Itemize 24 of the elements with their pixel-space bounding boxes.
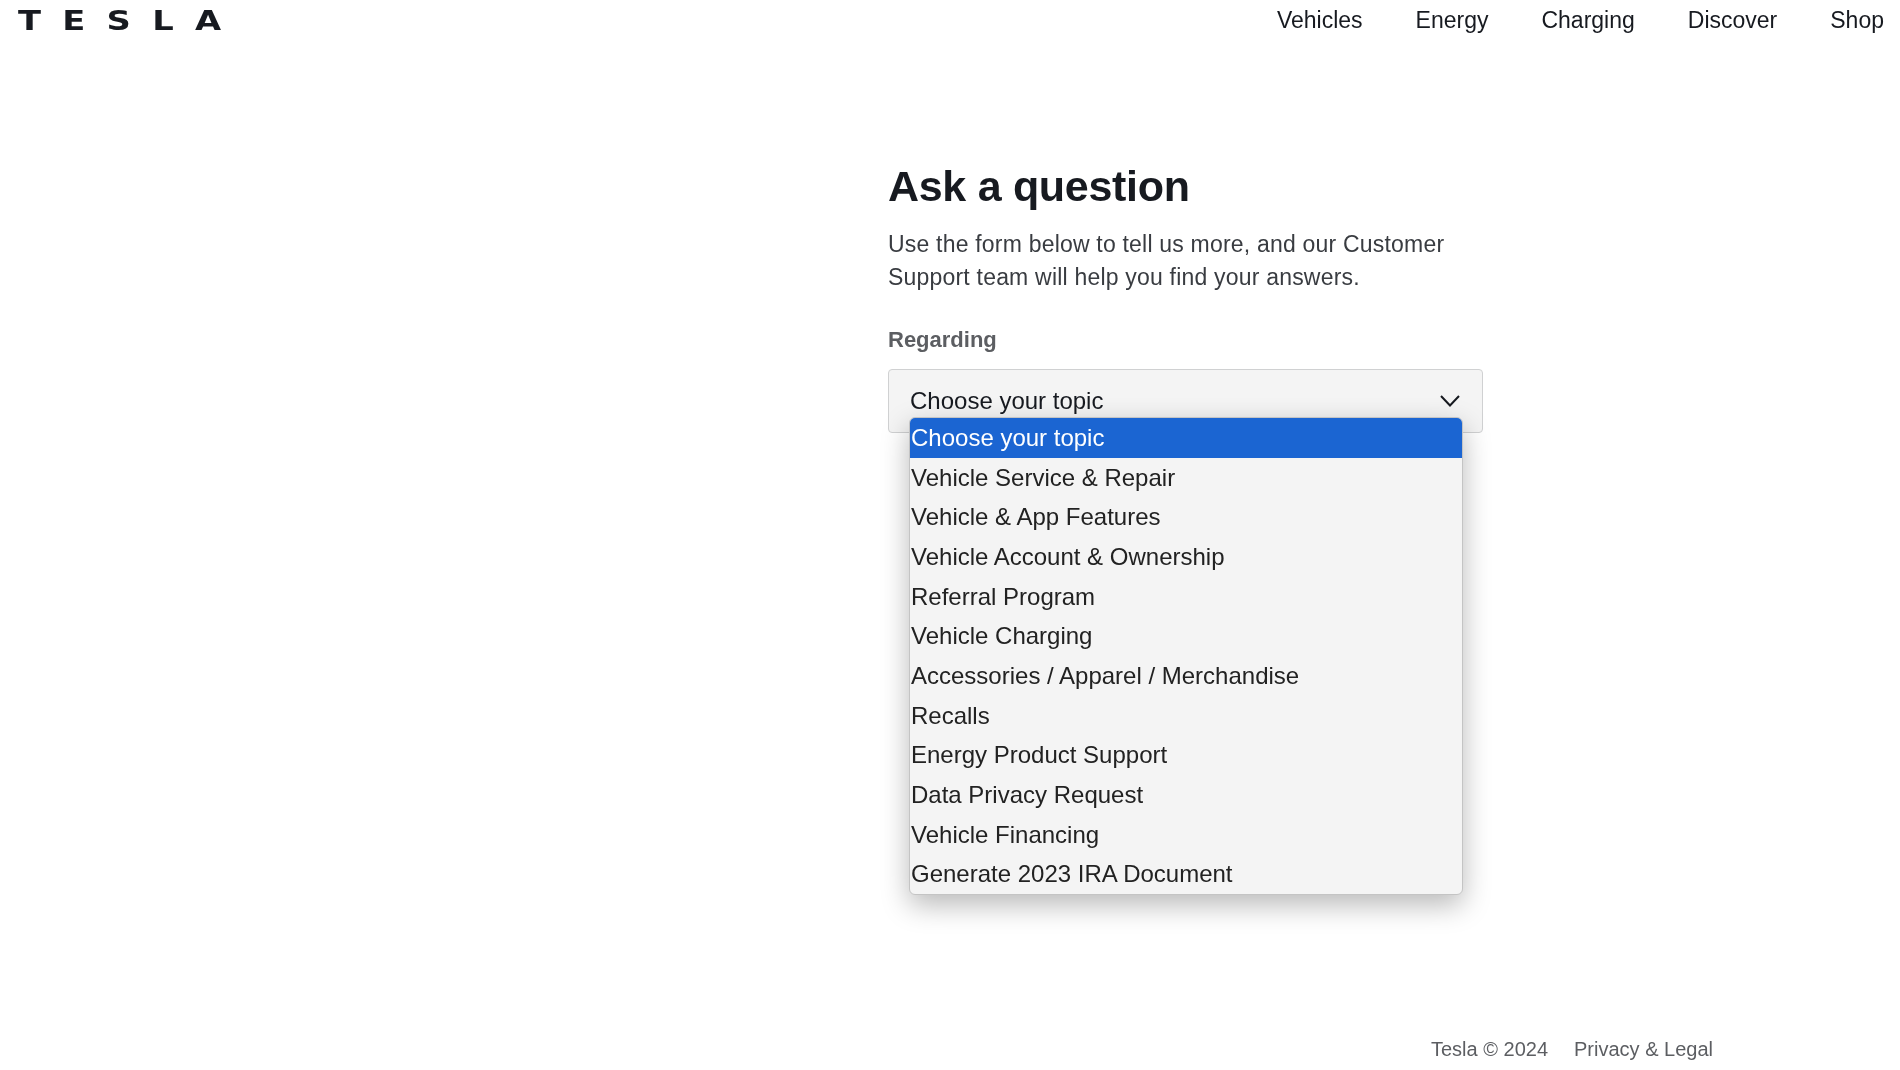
nav-link[interactable]: Shop <box>1830 5 1884 35</box>
logo[interactable]: TESLA <box>18 6 243 34</box>
dropdown-option[interactable]: Vehicle Service & Repair <box>910 457 1462 498</box>
dropdown-option[interactable]: Vehicle Account & Ownership <box>910 537 1462 577</box>
dropdown-option[interactable]: Vehicle Charging <box>910 616 1462 657</box>
nav-link[interactable]: Energy <box>1415 5 1489 35</box>
dropdown-option[interactable]: Generate 2023 IRA Document <box>910 854 1462 895</box>
dropdown-option[interactable]: Choose your topic <box>910 418 1462 458</box>
dropdown-option[interactable]: Energy Product Support <box>910 735 1462 776</box>
dropdown-option[interactable]: Data Privacy Request <box>910 775 1462 815</box>
footer-link[interactable]: Privacy & Legal <box>1574 1035 1713 1063</box>
field-label: Regarding <box>888 326 997 354</box>
dropdown-option[interactable]: Vehicle Financing <box>910 814 1462 855</box>
page-heading: Ask a question <box>888 162 1190 210</box>
description-text: Use the form below to tell us more, and our Customer Support team will help you find your answers. <box>888 230 1446 292</box>
dropdown-option[interactable]: Recalls <box>910 695 1462 736</box>
dropdown-option[interactable]: Referral Program <box>910 576 1462 617</box>
copyright-text: Tesla © 2024 <box>1431 1037 1549 1062</box>
dropdown-option[interactable]: Vehicle & App Features <box>910 497 1462 538</box>
dropdown-option[interactable]: Accessories / Apparel / Merchandise <box>910 656 1462 696</box>
chevron-down-icon <box>1440 395 1460 407</box>
nav-link[interactable]: Vehicles <box>1276 5 1363 35</box>
nav-link[interactable]: Discover <box>1687 5 1778 35</box>
nav-link[interactable]: Charging <box>1541 5 1635 35</box>
